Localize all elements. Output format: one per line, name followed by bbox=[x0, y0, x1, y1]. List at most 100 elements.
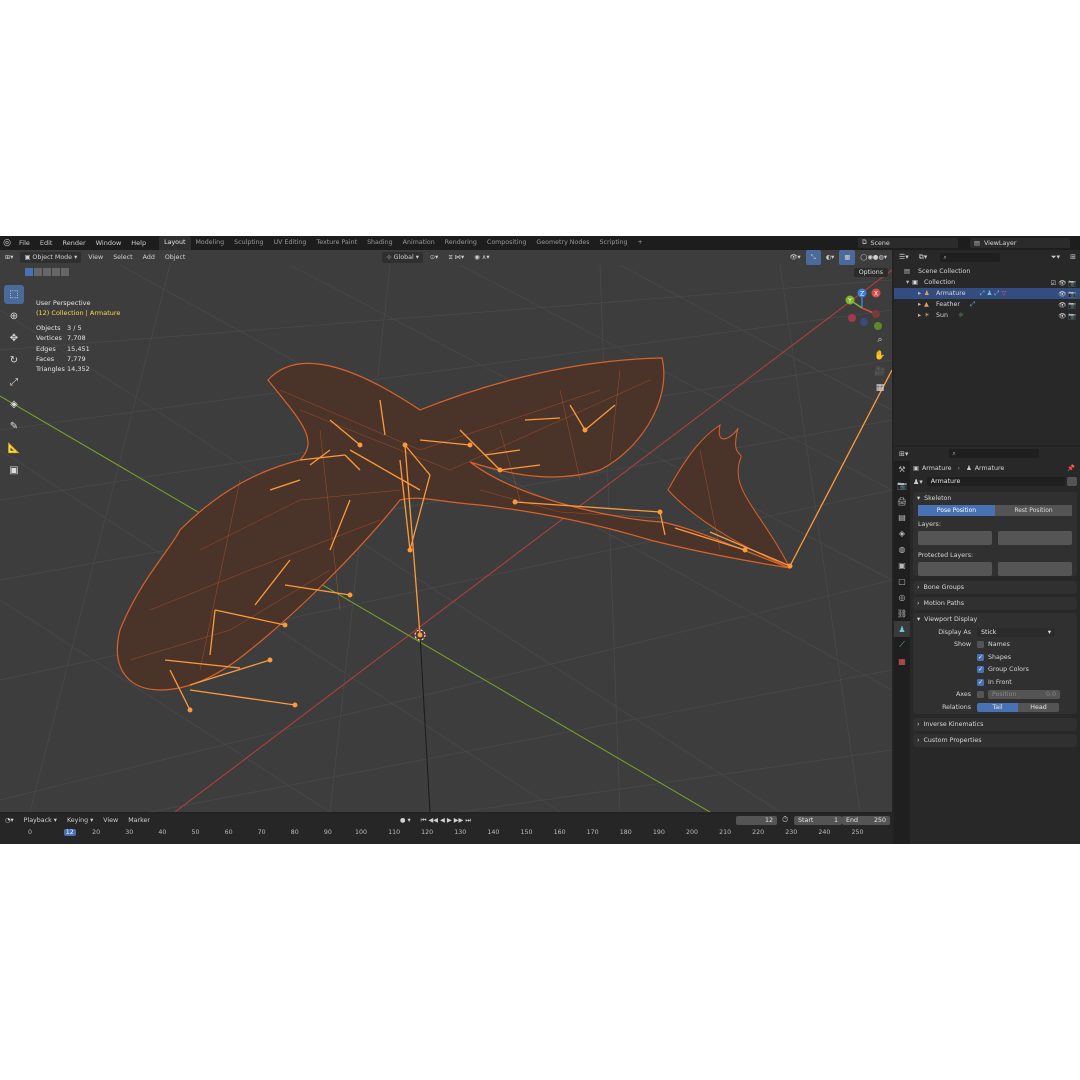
options-button[interactable]: Options bbox=[853, 268, 888, 277]
scene-selector[interactable]: ⧉ Scene bbox=[858, 238, 958, 248]
playhead-frame-label[interactable]: 12 bbox=[63, 829, 76, 836]
tab-layout[interactable]: Layout bbox=[159, 236, 191, 250]
names-checkbox[interactable] bbox=[977, 641, 984, 649]
pivot-icon[interactable]: ⊙▾ bbox=[425, 250, 443, 265]
output-tab-icon[interactable]: 🖨 bbox=[894, 493, 910, 509]
annotate-tool-icon[interactable]: ✎ bbox=[4, 417, 24, 436]
shading-modes-icon[interactable]: ◯◉●◍▾ bbox=[855, 250, 892, 265]
armature-data-tab-icon[interactable]: ♟ bbox=[894, 621, 910, 637]
xray-toggle-icon[interactable]: ▦ bbox=[839, 250, 856, 265]
timeline-editor[interactable]: ◔▾ Playback ▾ Keying ▾ View Marker ● ▾ ⏮… bbox=[0, 814, 892, 844]
mode-dropdown[interactable]: ▣ Object Mode ▾ bbox=[20, 252, 82, 263]
tab-sculpting[interactable]: Sculpting bbox=[229, 236, 268, 250]
skeleton-panel-header[interactable]: ▾ Skeleton bbox=[913, 492, 1077, 505]
select-box-tool-icon[interactable]: ⬚ bbox=[4, 285, 24, 304]
pan-hand-icon[interactable]: ✋ bbox=[872, 348, 888, 364]
current-frame-field[interactable]: 12 bbox=[736, 816, 777, 825]
tail-button[interactable]: Tail bbox=[977, 702, 1018, 712]
tab-compositing[interactable]: Compositing bbox=[482, 236, 531, 250]
properties-editor[interactable]: ⊞▾ ⌕ ⚒ 📷 🖨 ▤ ◈ ◍ ▣ ▢ ◎ ⛓ ♟ ⟋ ▦ ▣ Armatur… bbox=[894, 447, 1080, 844]
protected-layers-grid[interactable] bbox=[918, 562, 1072, 576]
end-frame-field[interactable]: End 250 bbox=[842, 816, 890, 825]
select-subtract-icon[interactable] bbox=[43, 268, 51, 276]
snap-icon[interactable]: ⧖ ⋈▾ bbox=[443, 250, 469, 265]
head-button[interactable]: Head bbox=[1018, 702, 1059, 712]
view-layer-selector[interactable]: ▤ ViewLayer bbox=[970, 238, 1070, 248]
object-tab-icon[interactable]: ▢ bbox=[894, 573, 910, 589]
menu-edit[interactable]: Edit bbox=[35, 236, 58, 250]
tab-scripting[interactable]: Scripting bbox=[595, 236, 633, 250]
outliner-item-feather[interactable]: ▸ ▲ Feather ⤢ 👁 📷 bbox=[894, 299, 1080, 310]
menu-help[interactable]: Help bbox=[126, 236, 151, 250]
perspective-grid-icon[interactable]: ▦ bbox=[872, 380, 888, 396]
timeline-menu-view[interactable]: View bbox=[98, 817, 123, 824]
add-workspace-button[interactable]: + bbox=[633, 236, 648, 250]
axes-position-field[interactable]: Position 0.0 bbox=[988, 690, 1060, 700]
inverse-kinematics-header[interactable]: › Inverse Kinematics bbox=[913, 718, 1077, 731]
menu-file[interactable]: File bbox=[14, 236, 35, 250]
proportional-edit-icon[interactable]: ◉ ∧▾ bbox=[469, 250, 494, 265]
texture-tab-icon[interactable]: ▦ bbox=[894, 653, 910, 669]
in-front-checkbox[interactable]: ✓ bbox=[977, 678, 984, 686]
layer-grid-right[interactable] bbox=[998, 531, 1072, 545]
layer-grid-right[interactable] bbox=[998, 562, 1072, 576]
tab-uv-editing[interactable]: UV Editing bbox=[269, 236, 312, 250]
custom-properties-panel[interactable]: › Custom Properties bbox=[913, 733, 1077, 747]
camera-view-icon[interactable]: 🎥 bbox=[872, 364, 888, 380]
visibility-icon[interactable]: 👁▾ bbox=[784, 250, 805, 265]
expand-arrow-icon[interactable]: ▸ bbox=[894, 290, 924, 297]
select-intersect-icon[interactable] bbox=[61, 268, 69, 276]
timeline-menu-playback[interactable]: Playback ▾ bbox=[19, 817, 62, 824]
properties-search-input[interactable]: ⌕ bbox=[949, 449, 1040, 458]
viewport-menu-select[interactable]: Select bbox=[108, 250, 137, 265]
bone-layers-grid[interactable] bbox=[918, 531, 1072, 545]
display-mode-icon[interactable]: ⧉▾ bbox=[914, 253, 933, 262]
group-colors-checkbox[interactable]: ✓ bbox=[977, 666, 984, 674]
overlay-toggle-icon[interactable]: ◐▾ bbox=[821, 250, 840, 265]
cursor-tool-icon[interactable]: ⊕ bbox=[4, 307, 24, 326]
collection-tab-icon[interactable]: ▣ bbox=[894, 557, 910, 573]
shapes-checkbox[interactable]: ✓ bbox=[977, 653, 984, 661]
outliner-search-input[interactable]: ⌕ bbox=[940, 252, 1001, 262]
scale-tool-icon[interactable]: ⤢ bbox=[4, 373, 24, 392]
tab-texture-paint[interactable]: Texture Paint bbox=[311, 236, 362, 250]
timeline-menu-marker[interactable]: Marker bbox=[123, 817, 155, 824]
custom-properties-header[interactable]: › Custom Properties bbox=[913, 734, 1077, 747]
navigation-gizmo[interactable]: Z Y X bbox=[840, 286, 890, 336]
select-difference-icon[interactable] bbox=[52, 268, 60, 276]
select-extend-icon[interactable] bbox=[34, 268, 42, 276]
rest-position-button[interactable]: Rest Position bbox=[995, 505, 1072, 516]
transform-tool-icon[interactable]: ◈ bbox=[4, 395, 24, 414]
new-collection-icon[interactable]: ⊞ bbox=[1070, 253, 1076, 261]
bone-groups-header[interactable]: › Bone Groups bbox=[913, 581, 1077, 594]
tab-geometry-nodes[interactable]: Geometry Nodes bbox=[531, 236, 594, 250]
visibility-eye-icon[interactable]: ☑ 👁 📷 bbox=[1051, 279, 1076, 287]
menu-window[interactable]: Window bbox=[91, 236, 127, 250]
select-new-icon[interactable] bbox=[25, 268, 33, 276]
scene-tab-icon[interactable]: ◈ bbox=[894, 525, 910, 541]
bone-groups-panel[interactable]: › Bone Groups bbox=[913, 581, 1077, 594]
world-tab-icon[interactable]: ◍ bbox=[894, 541, 910, 557]
outliner-item-collection[interactable]: ▾ ▣ Collection ☑ 👁 📷 bbox=[894, 277, 1080, 288]
transform-orientation-dropdown[interactable]: ⊹ Global ▾ bbox=[382, 252, 423, 263]
outliner-item-sun[interactable]: ▸ ☀ Sun ☼ 👁 📷 bbox=[894, 310, 1080, 321]
record-icon[interactable]: ● ▾ bbox=[395, 817, 416, 824]
start-frame-field[interactable]: Start 1 bbox=[794, 816, 842, 825]
menu-render[interactable]: Render bbox=[57, 236, 90, 250]
constraints-tab-icon[interactable]: ⛓ bbox=[894, 605, 910, 621]
datablock-name-field[interactable]: Armature bbox=[926, 477, 1065, 486]
layer-grid-left[interactable] bbox=[918, 531, 992, 545]
rotate-tool-icon[interactable]: ↻ bbox=[4, 351, 24, 370]
render-tab-icon[interactable]: 📷 bbox=[894, 477, 910, 493]
stopwatch-icon[interactable]: ⏱ bbox=[782, 815, 788, 825]
viewport-menu-view[interactable]: View bbox=[83, 250, 108, 265]
blender-logo-icon[interactable]: ◎ bbox=[0, 236, 14, 250]
gizmo-toggle-icon[interactable]: ⤡ bbox=[805, 250, 821, 265]
outliner[interactable]: ☰▾ ⧉▾ ⌕ ⏷▾ ⊞ ▤ Scene Collection ▾ ▣ Coll… bbox=[894, 250, 1080, 445]
viewport-menu-add[interactable]: Add bbox=[138, 250, 160, 265]
properties-editor-icon[interactable]: ⊞▾ bbox=[894, 450, 913, 458]
tab-shading[interactable]: Shading bbox=[362, 236, 398, 250]
timeline-editor-icon[interactable]: ◔▾ bbox=[0, 817, 19, 824]
tab-rendering[interactable]: Rendering bbox=[440, 236, 482, 250]
tab-modeling[interactable]: Modeling bbox=[191, 236, 230, 250]
